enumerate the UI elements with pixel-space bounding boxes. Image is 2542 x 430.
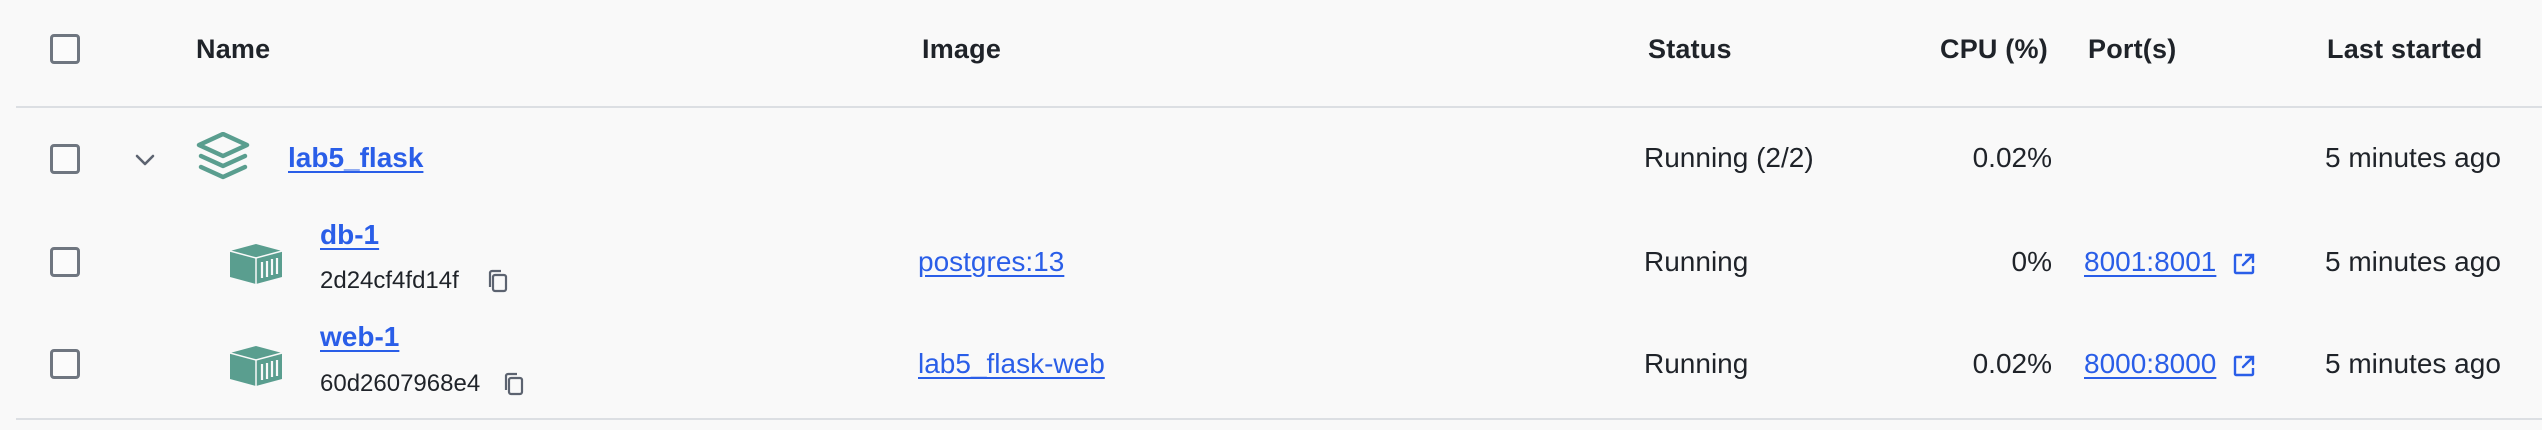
chevron-down-icon[interactable] xyxy=(134,152,156,168)
cpu-value: 0.02% xyxy=(1972,142,2052,173)
external-link-icon[interactable] xyxy=(2232,354,2256,378)
table-row-container: db-1 2d24cf4fd14f postgres:13 Running 0%… xyxy=(0,210,2542,314)
container-name-link[interactable]: web-1 xyxy=(320,320,399,354)
container-cube-icon xyxy=(229,244,283,284)
image-link[interactable]: lab5_flask-web xyxy=(918,347,1105,381)
external-link-icon[interactable] xyxy=(2232,252,2256,276)
column-header-last-started[interactable]: Last started xyxy=(2327,32,2482,66)
stack-layers-icon xyxy=(196,132,250,180)
cpu-value: 0.02% xyxy=(1972,348,2052,379)
last-started-text: 5 minutes ago xyxy=(2325,142,2501,173)
container-name-link[interactable]: db-1 xyxy=(320,218,379,252)
cpu-value: 0% xyxy=(2011,246,2052,277)
column-header-image[interactable]: Image xyxy=(922,32,1001,66)
container-cube-icon xyxy=(229,346,283,386)
last-started-text: 5 minutes ago xyxy=(2325,348,2501,379)
row-checkbox[interactable] xyxy=(50,349,80,379)
project-name-link[interactable]: lab5_flask xyxy=(288,141,423,175)
table-row-container: web-1 60d2607968e4 lab5_flask-web Runnin… xyxy=(0,314,2542,418)
column-header-name[interactable]: Name xyxy=(196,32,270,66)
container-id: 2d24cf4fd14f xyxy=(320,267,459,294)
container-id: 60d2607968e4 xyxy=(320,370,481,397)
copy-icon[interactable] xyxy=(486,269,510,295)
copy-icon[interactable] xyxy=(502,372,526,398)
port-link[interactable]: 8000:8000 xyxy=(2084,347,2216,381)
column-header-ports[interactable]: Port(s) xyxy=(2088,32,2176,66)
last-started-text: 5 minutes ago xyxy=(2325,246,2501,277)
column-header-cpu[interactable]: CPU (%) xyxy=(1940,32,2048,66)
table-header: Name Image Status CPU (%) Port(s) Last s… xyxy=(0,0,2542,105)
port-link[interactable]: 8001:8001 xyxy=(2084,245,2216,279)
status-text: Running (2/2) xyxy=(1644,142,1814,173)
image-link[interactable]: postgres:13 xyxy=(918,245,1064,279)
row-checkbox[interactable] xyxy=(50,247,80,277)
status-text: Running xyxy=(1644,246,1749,277)
table-bottom-divider xyxy=(16,418,2542,420)
row-checkbox[interactable] xyxy=(50,144,80,174)
table-row-project: lab5_flask Running (2/2) 0.02% 5 minutes… xyxy=(0,108,2542,210)
status-text: Running xyxy=(1644,348,1749,379)
select-all-checkbox[interactable] xyxy=(50,34,80,64)
column-header-status[interactable]: Status xyxy=(1648,32,1732,66)
